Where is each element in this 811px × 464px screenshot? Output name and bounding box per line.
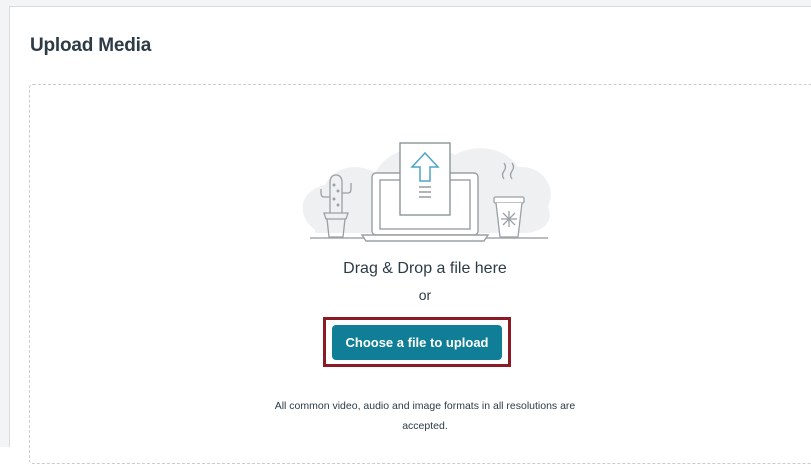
file-drop-zone[interactable]: Drag & Drop a file here or Choose a file…	[29, 84, 811, 464]
formats-line-2: accepted.	[402, 420, 448, 432]
page-background: Upload Media Drag & Drop a file here or …	[0, 0, 811, 464]
or-separator: or	[418, 287, 432, 303]
formats-line-1: All common video, audio and image format…	[274, 400, 576, 412]
supported-formats-text: All common video, audio and image format…	[225, 396, 625, 436]
page-title: Upload Media	[30, 35, 152, 56]
upload-illustration	[302, 142, 551, 242]
upload-document-icon	[399, 142, 451, 216]
upload-media-panel: Upload Media Drag & Drop a file here or …	[9, 6, 811, 464]
choose-file-button[interactable]: Choose a file to upload	[332, 325, 502, 360]
drag-drop-text: Drag & Drop a file here	[343, 260, 507, 277]
